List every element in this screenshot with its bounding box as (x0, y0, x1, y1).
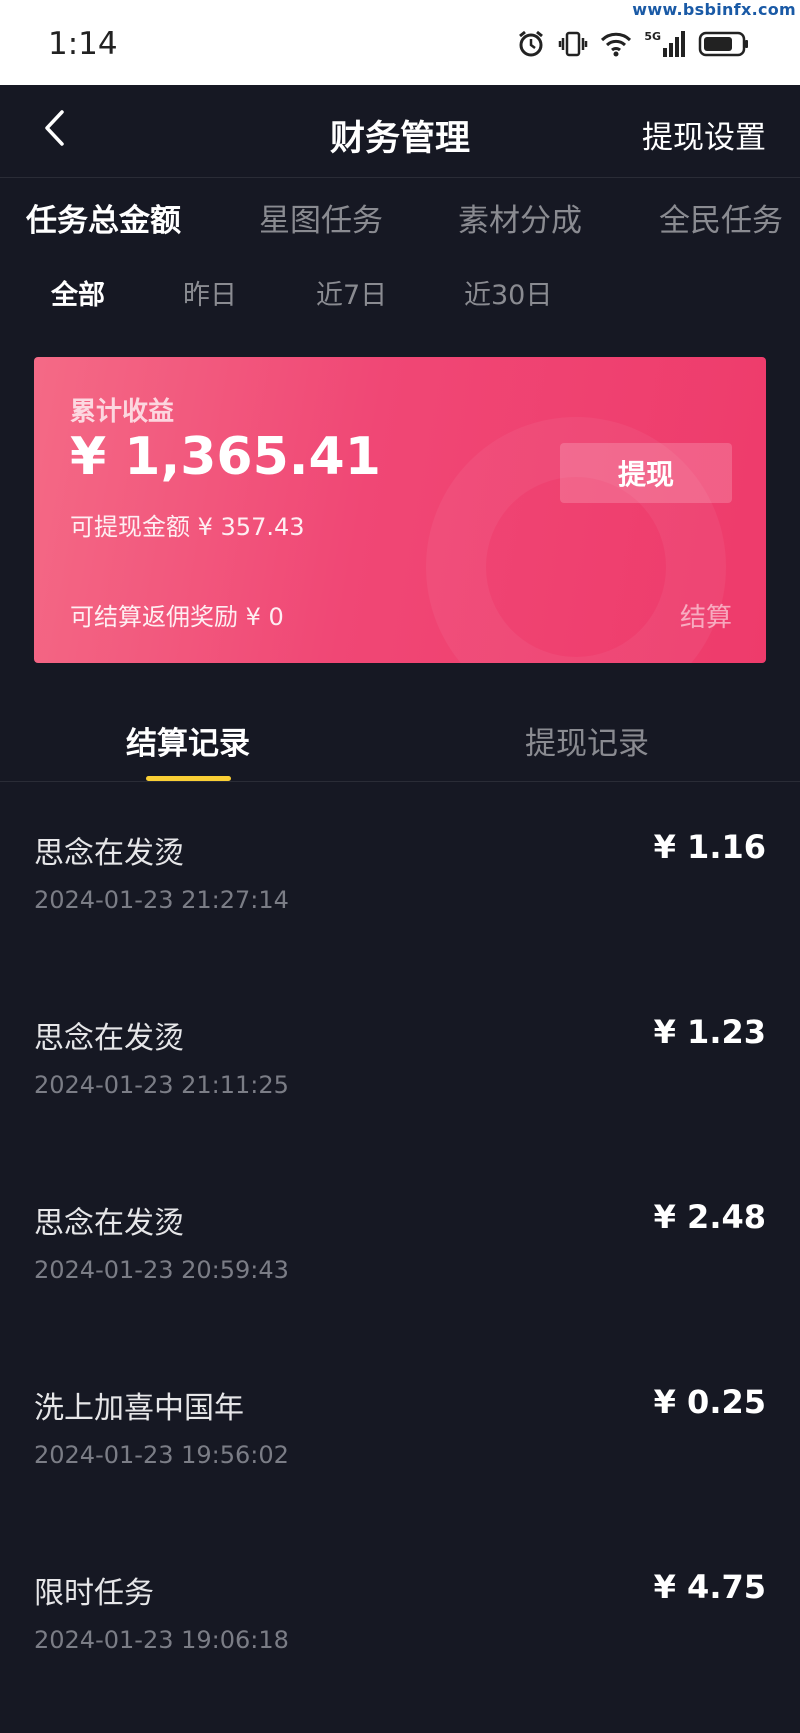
active-tab-indicator (146, 776, 231, 781)
tab-total-amount[interactable]: 任务总金额 (26, 195, 181, 240)
filter-all[interactable]: 全部 (51, 273, 105, 312)
withdraw-button[interactable]: 提现 (560, 443, 732, 503)
earnings-total: ¥ 1,365.41 (70, 427, 381, 487)
record-amount: ¥ 0.25 (653, 1383, 766, 1421)
battery-icon (698, 30, 750, 58)
tab-withdrawal-records[interactable]: 提现记录 (525, 718, 649, 763)
vibrate-icon (558, 29, 588, 59)
nav-header: 财务管理 提现设置 (0, 85, 800, 178)
status-bar: 1:14 www.bsbinfx.com 5G (0, 0, 800, 85)
filter-7-days[interactable]: 近7日 (316, 273, 387, 312)
watermark: www.bsbinfx.com (632, 0, 796, 19)
settle-button[interactable]: 结算 (680, 597, 732, 634)
record-title: 限时任务 (34, 1576, 154, 1611)
tab-material-share[interactable]: 素材分成 (458, 195, 582, 240)
record-amount: ¥ 4.75 (653, 1568, 766, 1606)
list-item[interactable]: 思念在发烫 2024-01-23 20:59:43 ¥ 2.48 (0, 1152, 800, 1337)
signal-label: 5G (644, 30, 661, 43)
record-time: 2024-01-23 19:06:18 (34, 1626, 289, 1654)
record-title: 思念在发烫 (34, 1021, 184, 1056)
record-title: 思念在发烫 (34, 836, 184, 871)
tab-xingtu-tasks[interactable]: 星图任务 (259, 195, 383, 240)
filter-30-days[interactable]: 近30日 (464, 273, 552, 312)
withdrawable-amount: 可提现金额 ¥ 357.43 (70, 513, 305, 541)
list-item[interactable]: 限时任务 2024-01-23 19:06:18 ¥ 4.75 (0, 1522, 800, 1707)
category-tabs: 任务总金额 星图任务 素材分成 全民任务 (0, 195, 800, 245)
wifi-icon (600, 30, 632, 58)
record-title: 思念在发烫 (34, 1206, 184, 1241)
record-time: 2024-01-23 21:27:14 (34, 886, 289, 914)
filter-yesterday[interactable]: 昨日 (183, 273, 237, 312)
record-amount: ¥ 2.48 (653, 1198, 766, 1236)
withdraw-settings-button[interactable]: 提现设置 (642, 112, 766, 157)
chevron-left-icon (42, 109, 68, 151)
record-list: 思念在发烫 2024-01-23 21:27:14 ¥ 1.16 思念在发烫 2… (0, 782, 800, 1707)
record-title: 洗上加喜中国年 (34, 1391, 244, 1426)
signal-5g-icon: 5G (644, 30, 686, 58)
alarm-icon (516, 29, 546, 59)
status-icons: 5G (516, 28, 750, 60)
tab-settlement-records[interactable]: 结算记录 (126, 718, 250, 763)
record-amount: ¥ 1.16 (653, 828, 766, 866)
record-time: 2024-01-23 20:59:43 (34, 1256, 289, 1284)
earnings-label: 累计收益 (70, 397, 175, 427)
record-time: 2024-01-23 21:11:25 (34, 1071, 289, 1099)
back-button[interactable] (30, 105, 80, 155)
earnings-card: 累计收益 ¥ 1,365.41 可提现金额 ¥ 357.43 提现 可结算返佣奖… (34, 357, 766, 663)
tab-public-tasks[interactable]: 全民任务 (659, 195, 783, 240)
commission-amount: 可结算返佣奖励 ¥ 0 (70, 603, 284, 631)
list-item[interactable]: 思念在发烫 2024-01-23 21:11:25 ¥ 1.23 (0, 967, 800, 1152)
list-item[interactable]: 思念在发烫 2024-01-23 21:27:14 ¥ 1.16 (0, 782, 800, 967)
record-tabs: 结算记录 提现记录 (0, 700, 800, 782)
status-time: 1:14 (48, 26, 118, 62)
list-item[interactable]: 洗上加喜中国年 2024-01-23 19:56:02 ¥ 0.25 (0, 1337, 800, 1522)
period-filters: 全部 昨日 近7日 近30日 (0, 273, 800, 313)
record-time: 2024-01-23 19:56:02 (34, 1441, 289, 1469)
record-amount: ¥ 1.23 (653, 1013, 766, 1051)
